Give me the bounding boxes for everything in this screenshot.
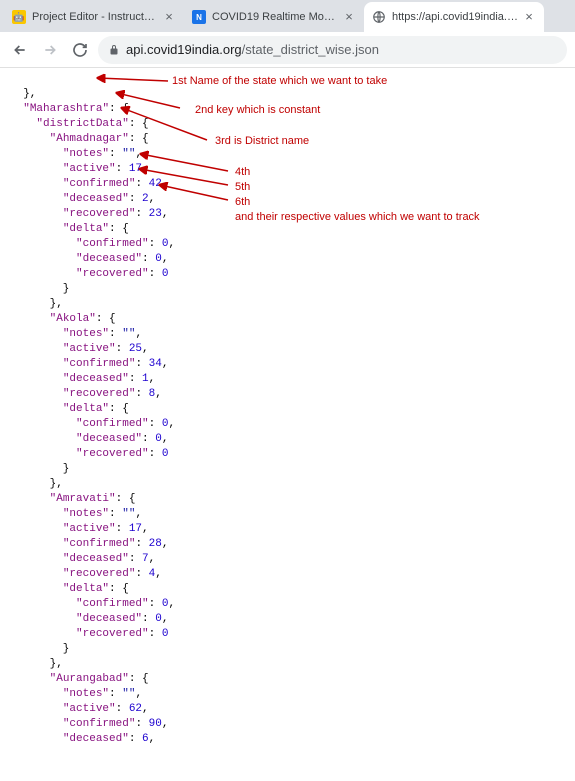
annotation-7: and their respective values which we wan…: [235, 210, 480, 225]
json-content: }, "Maharashtra": { "districtData": { "A…: [0, 68, 575, 781]
globe-icon: [372, 10, 386, 24]
annotation-5: 5th: [235, 180, 250, 195]
annotation-6: 6th: [235, 195, 250, 210]
tab-title: COVID19 Realtime Monitoring: [212, 11, 338, 23]
tab-0[interactable]: 🤖 Project Editor - Instructables ×: [4, 2, 184, 32]
tab-bar: 🤖 Project Editor - Instructables × N COV…: [0, 0, 575, 32]
site-icon: N: [192, 10, 206, 24]
close-icon[interactable]: ×: [342, 10, 356, 24]
annotation-2: 2nd key which is constant: [195, 103, 320, 118]
tab-1[interactable]: N COVID19 Realtime Monitoring ×: [184, 2, 364, 32]
close-icon[interactable]: ×: [522, 10, 536, 24]
toolbar: api.covid19india.org/state_district_wise…: [0, 32, 575, 68]
annotation-3: 3rd is District name: [215, 134, 309, 149]
robot-icon: 🤖: [12, 10, 26, 24]
annotation-4: 4th: [235, 165, 250, 180]
tab-title: Project Editor - Instructables: [32, 11, 158, 23]
reload-button[interactable]: [68, 38, 92, 62]
tab-2[interactable]: https://api.covid19india.org/sta ×: [364, 2, 544, 32]
url-text: api.covid19india.org/state_district_wise…: [126, 42, 379, 57]
close-icon[interactable]: ×: [162, 10, 176, 24]
tab-title: https://api.covid19india.org/sta: [392, 11, 518, 23]
back-button[interactable]: [8, 38, 32, 62]
annotation-1: 1st Name of the state which we want to t…: [172, 74, 387, 89]
address-bar[interactable]: api.covid19india.org/state_district_wise…: [98, 36, 567, 64]
forward-button[interactable]: [38, 38, 62, 62]
lock-icon: [108, 44, 120, 56]
